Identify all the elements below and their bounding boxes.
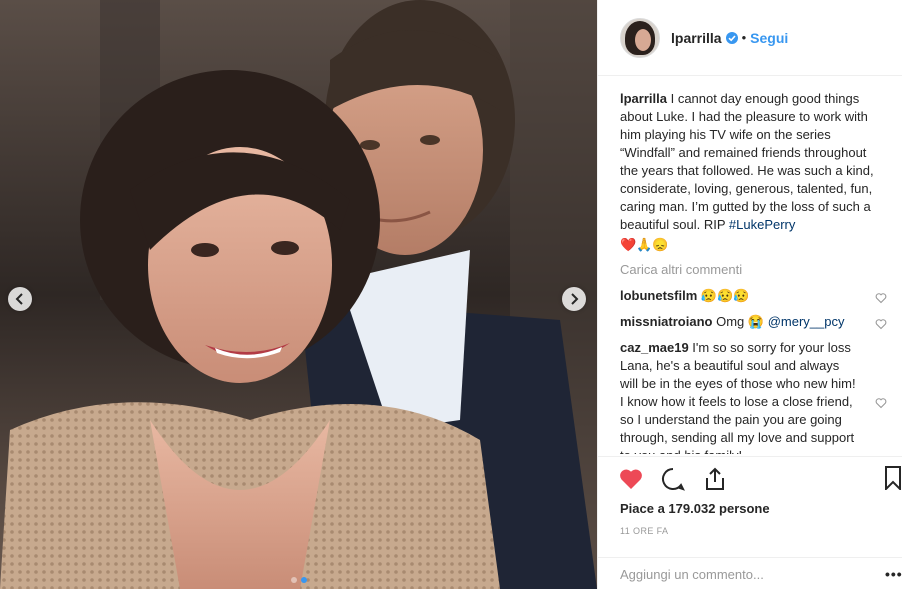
comment-input[interactable]	[620, 565, 850, 583]
heart-filled-icon[interactable]	[618, 466, 644, 492]
caption-text: I cannot day enough good things about Lu…	[620, 91, 874, 232]
header-username[interactable]: lparrilla	[671, 30, 722, 46]
comment-username[interactable]: lobunetsfilm	[620, 288, 697, 303]
photo-illustration	[0, 0, 597, 589]
post-caption: lparrilla I cannot day enough good thing…	[620, 90, 887, 254]
instagram-post: lparrilla • Segui lparrilla I cannot day…	[0, 0, 902, 589]
more-options-button[interactable]: •••	[885, 566, 902, 582]
comments-list[interactable]: lparrilla I cannot day enough good thing…	[598, 77, 902, 454]
comment-icon[interactable]	[660, 466, 686, 492]
comment-item: lobunetsfilm 😥😥😥	[620, 287, 887, 305]
comment-text: I'm so so sorry for your loss Lana, he's…	[620, 340, 856, 454]
likes-count[interactable]: Piace a 179.032 persone	[620, 501, 770, 516]
comment-text: 😥😥😥	[700, 288, 750, 303]
bookmark-icon[interactable]	[885, 466, 901, 490]
comment-username[interactable]: caz_mae19	[620, 340, 689, 355]
verified-icon	[725, 31, 738, 44]
previous-photo-button[interactable]	[8, 287, 32, 311]
avatar[interactable]	[620, 17, 660, 58]
header-separator: •	[741, 30, 747, 45]
heart-outline-icon[interactable]	[875, 292, 887, 304]
carousel-dots	[0, 577, 597, 583]
caption-username[interactable]: lparrilla	[620, 91, 667, 106]
comment-username[interactable]: missniatroiano	[620, 314, 712, 329]
heart-outline-icon[interactable]	[875, 397, 887, 409]
carousel-dot	[290, 577, 297, 583]
next-photo-button[interactable]	[562, 287, 586, 311]
caption-emojis: ❤️🙏😞	[620, 237, 669, 252]
chevron-right-icon	[571, 293, 579, 305]
post-photo[interactable]	[0, 0, 597, 589]
post-timestamp: 11 ORE FA	[620, 526, 669, 536]
add-comment-bar: •••	[598, 557, 902, 589]
comment-text: Omg 😭	[716, 314, 765, 329]
carousel-dot-active	[300, 577, 307, 583]
follow-button[interactable]: Segui	[750, 30, 788, 46]
chevron-left-icon	[15, 293, 23, 305]
heart-outline-icon[interactable]	[875, 318, 887, 330]
comment-item: caz_mae19 I'm so so sorry for your loss …	[620, 339, 887, 454]
post-header: lparrilla • Segui	[598, 0, 902, 76]
share-icon[interactable]	[702, 466, 728, 492]
comment-item: missniatroiano Omg 😭 @mery__pcy	[620, 313, 887, 331]
load-more-comments-button[interactable]: Carica altri commenti	[620, 262, 887, 277]
post-actions: Piace a 179.032 persone 11 ORE FA •••	[598, 456, 902, 589]
caption-hashtag[interactable]: #LukePerry	[729, 217, 795, 232]
comment-mention[interactable]: @mery__pcy	[768, 314, 845, 329]
post-sidebar: lparrilla • Segui lparrilla I cannot day…	[597, 0, 902, 589]
